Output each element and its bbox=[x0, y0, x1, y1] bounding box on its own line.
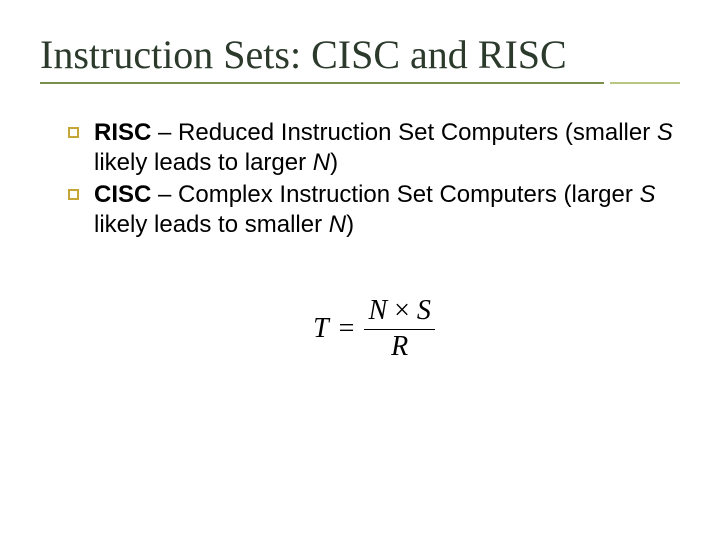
times-sign: × bbox=[394, 295, 410, 326]
bullet-risc: RISC – Reduced Instruction Set Computers… bbox=[68, 118, 680, 178]
title-underline bbox=[40, 82, 680, 84]
equals-sign: = bbox=[339, 313, 355, 345]
text: likely leads to smaller bbox=[94, 211, 329, 238]
formula: T = N × S R bbox=[68, 296, 680, 363]
term: CISC bbox=[94, 181, 151, 208]
bullet-cisc: CISC – Complex Instruction Set Computers… bbox=[68, 180, 680, 240]
dash: – bbox=[151, 181, 178, 208]
var-n: N bbox=[329, 211, 346, 238]
var-s: S bbox=[657, 119, 673, 146]
term: RISC bbox=[94, 119, 151, 146]
slide-title: Instruction Sets: CISC and RISC bbox=[40, 34, 680, 76]
slide-body: RISC – Reduced Instruction Set Computers… bbox=[40, 118, 680, 363]
numerator: N × S bbox=[364, 296, 434, 329]
var-n: N bbox=[368, 295, 387, 326]
text: ) bbox=[346, 211, 354, 238]
fraction: N × S R bbox=[364, 296, 434, 363]
text: Complex Instruction Set Computers (large… bbox=[178, 181, 640, 208]
square-bullet-icon bbox=[68, 127, 79, 138]
dash: – bbox=[151, 119, 178, 146]
underline-short bbox=[610, 82, 680, 84]
slide: Instruction Sets: CISC and RISC RISC – R… bbox=[0, 0, 720, 540]
var-n: N bbox=[313, 149, 330, 176]
underline-long bbox=[40, 82, 604, 84]
text: likely leads to larger bbox=[94, 149, 313, 176]
var-s: S bbox=[417, 295, 431, 326]
text: ) bbox=[330, 149, 338, 176]
var-s: S bbox=[640, 181, 656, 208]
text: Reduced Instruction Set Computers (small… bbox=[178, 119, 657, 146]
formula-lhs: T bbox=[313, 313, 329, 345]
square-bullet-icon bbox=[68, 189, 79, 200]
denominator: R bbox=[387, 330, 412, 363]
